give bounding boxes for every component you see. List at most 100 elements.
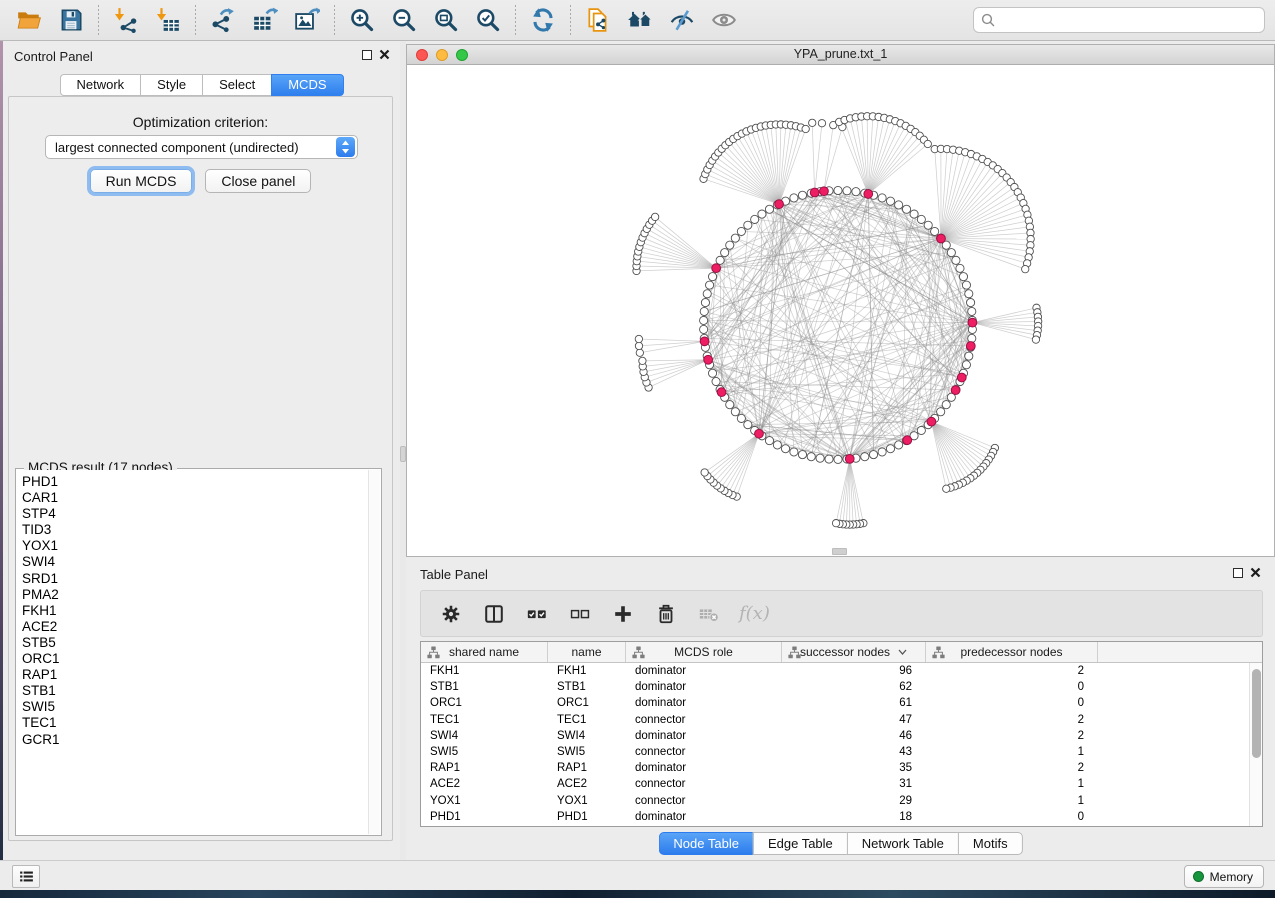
table-row[interactable]: FKH1FKH1dominator962 [421,663,1249,679]
graph-node[interactable] [962,281,970,289]
graph-node[interactable] [952,256,960,264]
mcds-result-item[interactable]: ORC1 [22,651,368,667]
graph-node[interactable] [700,316,708,324]
graph-node[interactable] [701,298,709,306]
graph-hub-node[interactable] [903,436,912,445]
graph-node[interactable] [639,357,646,364]
window-minimize-icon[interactable] [436,49,448,61]
graph-hub-node[interactable] [966,342,975,351]
criterion-dropdown[interactable]: largest connected component (undirected) [45,135,358,159]
toggle-graphics-button[interactable] [664,3,700,37]
graph-hub-node[interactable] [845,454,854,463]
graph-node[interactable] [834,455,842,463]
graph-hub-node[interactable] [704,355,713,364]
graph-node[interactable] [1022,265,1029,272]
table-row[interactable]: SWI4SWI4dominator462 [421,728,1249,744]
save-session-button[interactable] [53,3,89,37]
graph-node[interactable] [943,485,950,492]
graph-node[interactable] [651,213,658,220]
tab-mcds[interactable]: MCDS [271,74,343,96]
graph-node[interactable] [802,125,809,132]
mcds-result-list[interactable]: PHD1CAR1STP4TID3YOX1SWI4SRD1PMA2FKH1ACE2… [17,470,368,834]
delete-column-button[interactable] [653,601,679,627]
tab-style[interactable]: Style [140,74,202,96]
graph-node[interactable] [825,455,833,463]
graph-node[interactable] [751,215,759,223]
graph-node[interactable] [895,441,903,449]
graph-node[interactable] [902,205,910,213]
graph-node[interactable] [744,421,752,429]
graph-node[interactable] [773,441,781,449]
memory-button[interactable]: Memory [1184,865,1264,888]
table-row[interactable]: PHD1PHD1dominator180 [421,809,1249,825]
graph-node[interactable] [765,205,773,213]
tab-network-table[interactable]: Network Table [847,832,958,855]
graph-node[interactable] [708,273,716,281]
mcds-result-item[interactable]: PMA2 [22,587,368,603]
graph-hub-node[interactable] [937,234,946,243]
graph-hub-node[interactable] [927,417,936,426]
graph-node[interactable] [635,342,642,349]
graph-node[interactable] [758,210,766,218]
export-image-button[interactable] [289,3,325,37]
mcds-result-item[interactable]: STB5 [22,635,368,651]
graph-node[interactable] [869,451,877,459]
graph-node[interactable] [942,401,950,409]
graph-node[interactable] [809,119,816,126]
mcds-result-item[interactable]: FKH1 [22,603,368,619]
column-header-predecessor-nodes[interactable]: predecessor nodes [926,642,1098,662]
graph-node[interactable] [731,408,739,416]
graph-hub-node[interactable] [951,386,960,395]
graph-node[interactable] [744,221,752,229]
clear-table-button[interactable] [696,601,722,627]
window-maximize-icon[interactable] [456,49,468,61]
tab-motifs[interactable]: Motifs [958,832,1023,855]
mcds-result-item[interactable]: GCR1 [22,732,368,748]
zoom-in-button[interactable] [344,3,380,37]
mcds-result-item[interactable]: ACE2 [22,619,368,635]
graph-node[interactable] [635,335,642,342]
close-panel-icon[interactable] [1250,567,1261,578]
mcds-result-item[interactable]: STP4 [22,506,368,522]
graph-node[interactable] [700,307,708,315]
add-column-button[interactable] [610,601,636,627]
graph-hub-node[interactable] [700,337,709,346]
refresh-button[interactable] [525,3,561,37]
close-panel-icon[interactable] [379,49,390,60]
zoom-selected-button[interactable] [470,3,506,37]
graph-node[interactable] [798,191,806,199]
mcds-result-item[interactable]: PHD1 [22,474,368,490]
table-row[interactable]: RAP1RAP1dominator352 [421,760,1249,776]
table-settings-button[interactable] [438,601,464,627]
hide-panels-button[interactable] [622,3,658,37]
mcds-result-item[interactable]: SWI4 [22,554,368,570]
graph-hub-node[interactable] [717,388,726,397]
tab-select[interactable]: Select [202,74,271,96]
graph-hub-node[interactable] [775,200,784,209]
graph-node[interactable] [818,120,825,127]
mcds-result-item[interactable]: STB1 [22,683,368,699]
graph-node[interactable] [712,377,720,385]
table-row[interactable]: STB1STB1dominator620 [421,679,1249,695]
export-network-button[interactable] [205,3,241,37]
zoom-out-button[interactable] [386,3,422,37]
graph-hub-node[interactable] [810,188,819,197]
graph-node[interactable] [947,249,955,257]
graph-node[interactable] [886,445,894,453]
column-header-name[interactable]: name [548,642,626,662]
show-log-button[interactable] [12,865,40,888]
deselect-all-button[interactable] [567,601,593,627]
graph-node[interactable] [965,290,973,298]
graph-node[interactable] [843,187,851,195]
show-columns-button[interactable] [481,601,507,627]
column-header-MCDS-role[interactable]: MCDS role [626,642,782,662]
graph-node[interactable] [910,210,918,218]
birds-eye-button[interactable] [706,3,742,37]
share-document-button[interactable] [580,3,616,37]
network-window-titlebar[interactable]: YPA_prune.txt_1 [407,45,1274,65]
graph-node[interactable] [917,215,925,223]
graph-node[interactable] [721,249,729,257]
mcds-result-item[interactable]: SWI5 [22,699,368,715]
column-header-successor-nodes[interactable]: successor nodes [782,642,926,662]
graph-node[interactable] [737,414,745,422]
